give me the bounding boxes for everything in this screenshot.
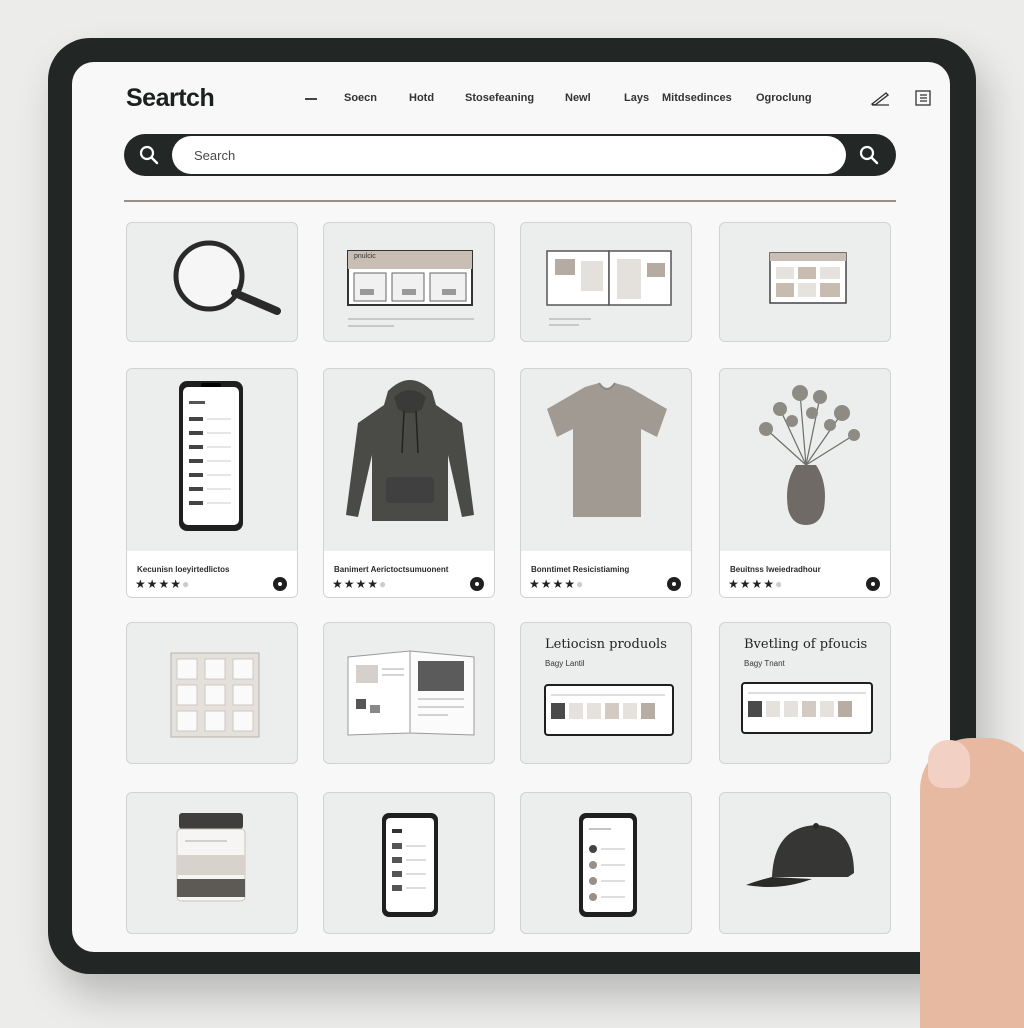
mockup-label: pnulcic <box>354 253 376 260</box>
result-card[interactable] <box>719 222 891 342</box>
nav-item[interactable]: Hotd <box>409 92 434 104</box>
nav-item[interactable]: Ogroclung <box>756 92 812 104</box>
phone-small-image <box>579 813 637 917</box>
nav-item[interactable]: Soecn <box>344 92 377 104</box>
phone-small-image <box>382 813 438 917</box>
panel-subtitle: Bagy Tnant <box>744 659 785 668</box>
open-catalog-image <box>546 250 672 326</box>
pen-icon[interactable] <box>870 90 890 106</box>
product-card[interactable]: Banimert Aerictoctsumuonent ★★★★● <box>323 368 495 598</box>
add-to-cart-button[interactable] <box>667 577 681 591</box>
open-book-image <box>347 650 475 736</box>
dashboard-small-image <box>769 252 847 304</box>
tile-grid-image <box>170 652 260 738</box>
product-footer: Kecunisn loeyirtedlictos ★★★★● <box>127 551 297 597</box>
nav-item[interactable]: Mitdsedinces <box>662 92 732 104</box>
search-input[interactable] <box>172 136 846 174</box>
add-to-cart-button[interactable] <box>866 577 880 591</box>
result-card[interactable] <box>126 792 298 934</box>
vase-image <box>759 385 860 525</box>
product-card[interactable]: Bonntimet Resicistiaming ★★★★● <box>520 368 692 598</box>
result-card[interactable]: Bvetling of pfoucis Bagy Tnant <box>719 622 891 764</box>
result-card[interactable] <box>719 792 891 934</box>
menu-dash-icon[interactable] <box>305 98 317 100</box>
fingernail <box>928 740 970 788</box>
product-card[interactable]: Beuitnss lweiedradhour ★★★★● <box>719 368 891 598</box>
product-title[interactable]: Banimert Aerictoctsumuonent <box>334 565 448 574</box>
star-rating: ★★★★● <box>332 577 388 591</box>
star-rating: ★★★★● <box>728 577 784 591</box>
search-submit-icon[interactable] <box>858 144 880 166</box>
add-to-cart-button[interactable] <box>273 577 287 591</box>
nav-item[interactable]: Newl <box>565 92 591 104</box>
result-card[interactable] <box>520 222 692 342</box>
result-card[interactable]: pnulcic <box>323 222 495 342</box>
star-rating: ★★★★● <box>529 577 585 591</box>
result-card[interactable] <box>323 792 495 934</box>
cap-image <box>746 823 854 887</box>
product-footer: Banimert Aerictoctsumuonent ★★★★● <box>324 551 494 597</box>
result-card[interactable] <box>126 222 298 342</box>
app-screen: Seartch Soecn Hotd Stosefeaning Newl Lay… <box>72 62 950 952</box>
search-icon[interactable] <box>138 144 160 166</box>
panel-title: Letiocisn produols <box>545 637 667 652</box>
phone-mockup-image <box>179 381 243 531</box>
search-bar <box>124 134 896 176</box>
panel-title: Bvetling of pfoucis <box>744 637 868 652</box>
nav-item[interactable]: Lays <box>624 92 649 104</box>
nav-item[interactable]: Stosefeaning <box>465 92 534 104</box>
product-card[interactable]: Kecunisn loeyirtedlictos ★★★★● <box>126 368 298 598</box>
app-logo[interactable]: Seartch <box>126 84 215 113</box>
product-title[interactable]: Kecunisn loeyirtedlictos <box>137 565 229 574</box>
product-footer: Bonntimet Resicistiaming ★★★★● <box>521 551 691 597</box>
magnifier-illustration <box>173 240 281 315</box>
list-icon[interactable] <box>914 90 934 106</box>
product-title[interactable]: Beuitnss lweiedradhour <box>730 565 821 574</box>
tshirt-image <box>547 382 667 517</box>
jar-image <box>176 813 246 902</box>
add-to-cart-button[interactable] <box>470 577 484 591</box>
dashboard-mockup-image <box>347 250 474 327</box>
divider <box>124 200 896 202</box>
star-rating: ★★★★● <box>135 577 191 591</box>
product-footer: Beuitnss lweiedradhour ★★★★● <box>720 551 890 597</box>
product-title[interactable]: Bonntimet Resicistiaming <box>531 565 629 574</box>
hoodie-image <box>346 380 474 521</box>
result-card[interactable] <box>520 792 692 934</box>
result-card[interactable] <box>323 622 495 764</box>
panel-subtitle: Bagy Lantil <box>545 659 585 668</box>
result-card[interactable] <box>126 622 298 764</box>
result-card[interactable]: Letiocisn produols Bagy Lantil <box>520 622 692 764</box>
